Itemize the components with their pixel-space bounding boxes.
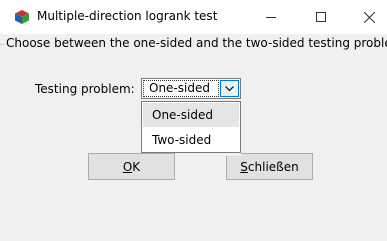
testing-problem-select[interactable]: One-sided — [141, 78, 241, 99]
group-border — [0, 44, 4, 45]
ok-button[interactable]: OK — [88, 153, 175, 180]
close-button[interactable] — [346, 0, 387, 34]
chevron-down-icon — [225, 85, 234, 91]
close-icon — [363, 11, 375, 23]
testing-problem-dropdown-list: One-sided Two-sided — [141, 101, 241, 153]
option-one-sided[interactable]: One-sided — [143, 103, 239, 127]
minimize-button[interactable] — [248, 0, 294, 34]
group-title: Choose between the one-sided and the two… — [6, 36, 387, 52]
ok-button-label: OK — [122, 159, 141, 174]
select-value: One-sided — [143, 80, 219, 97]
option-two-sided[interactable]: Two-sided — [143, 128, 239, 152]
window-title: Multiple-direction logrank test — [37, 9, 218, 23]
close-dialog-button[interactable]: Schließen — [226, 153, 313, 180]
testing-problem-label: Testing problem: — [35, 82, 135, 96]
maximize-icon — [316, 12, 326, 22]
title-bar[interactable]: Multiple-direction logrank test — [0, 0, 387, 34]
maximize-button[interactable] — [298, 0, 344, 34]
dropdown-overlap — [226, 153, 241, 156]
minimize-icon — [266, 16, 276, 18]
dropdown-button[interactable] — [220, 80, 239, 97]
close-button-label: Schließen — [240, 159, 299, 174]
app-cube-icon — [15, 10, 29, 24]
